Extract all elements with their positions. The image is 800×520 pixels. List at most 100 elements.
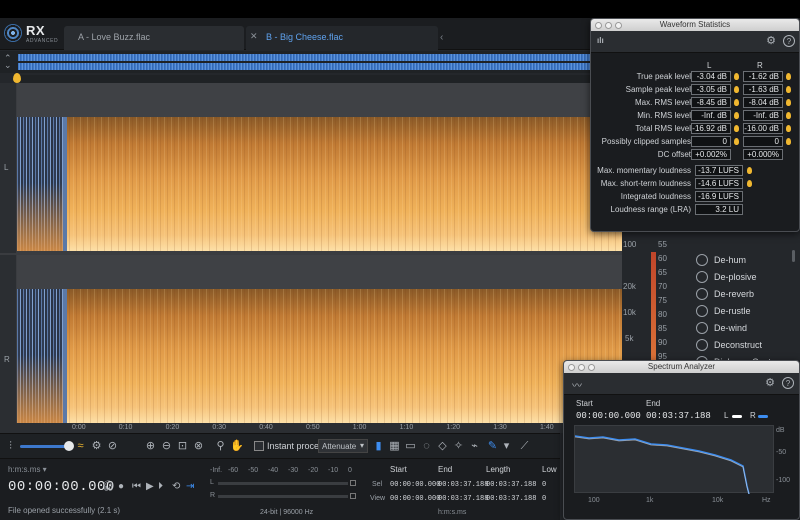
module-de-reverb[interactable]: De-reverb xyxy=(696,288,754,304)
playhead-ruler[interactable] xyxy=(18,75,590,83)
brush-icon[interactable]: ◇ xyxy=(436,440,449,453)
gear-icon[interactable]: ⚙ xyxy=(765,35,777,47)
help-icon[interactable]: ? xyxy=(782,377,794,389)
overview-waveform[interactable] xyxy=(18,54,590,70)
channel-right[interactable] xyxy=(17,255,622,423)
module-de-plosive[interactable]: De-plosive xyxy=(696,271,757,287)
zoom-window-icon[interactable] xyxy=(615,22,622,29)
view-length[interactable]: 00:03:37.188 xyxy=(486,495,536,503)
lasso-icon[interactable]: ◌ xyxy=(420,440,433,453)
de-hum-icon xyxy=(696,254,708,266)
spectrogram-display[interactable]: L R xyxy=(0,83,622,423)
module-de-wind[interactable]: De-wind xyxy=(696,322,747,338)
locate-pin-icon[interactable] xyxy=(734,99,739,106)
locate-pin-icon[interactable] xyxy=(786,138,791,145)
time-select-icon[interactable]: ▮ xyxy=(372,440,385,453)
col-left-header: L xyxy=(707,61,712,70)
tab-love-buzz[interactable]: A - Love Buzz.flac xyxy=(64,26,244,50)
chevron-left-icon[interactable]: ‹ xyxy=(440,32,443,43)
locate-pin-icon[interactable] xyxy=(734,138,739,145)
view-low[interactable]: 0 xyxy=(542,495,546,503)
gear-icon[interactable]: ⚙ xyxy=(764,377,776,389)
spectrogram-view-icon[interactable]: ≈ xyxy=(74,440,87,453)
zoom-in-icon[interactable]: ⊕ xyxy=(144,440,157,453)
locate-pin-icon[interactable] xyxy=(734,86,739,93)
pencil-icon[interactable]: ✎ xyxy=(486,440,499,453)
instant-process-checkbox[interactable] xyxy=(254,441,264,451)
view-start[interactable]: 00:00:00.000 xyxy=(390,495,440,503)
col-right-header: R xyxy=(757,61,763,70)
window-toolbar: 〰 ⚙ ? xyxy=(564,373,799,395)
locate-pin-icon[interactable] xyxy=(786,125,791,132)
locate-pin-icon[interactable] xyxy=(786,73,791,80)
draw-curve-icon[interactable]: ⟋ xyxy=(518,440,531,453)
legend-right-swatch xyxy=(758,415,768,418)
locate-pin-icon[interactable] xyxy=(734,112,739,119)
playhead-marker-icon[interactable] xyxy=(13,73,21,83)
sel-length[interactable]: 00:03:37.188 xyxy=(486,481,536,489)
sel-end[interactable]: 00:03:37.188 xyxy=(438,481,488,489)
play-icon[interactable]: ▶ xyxy=(146,481,154,492)
minimize-window-icon[interactable] xyxy=(605,22,612,29)
time-tick: 0:10 xyxy=(118,424,133,431)
view-end[interactable]: 00:03:37.188 xyxy=(438,495,488,503)
meter-peak-right[interactable] xyxy=(350,493,356,499)
locate-pin-icon[interactable] xyxy=(786,99,791,106)
locate-pin-icon[interactable] xyxy=(786,86,791,93)
locate-pin-icon[interactable] xyxy=(734,73,739,80)
zoom-out-icon[interactable]: ⊖ xyxy=(160,440,173,453)
module-list-scrollbar[interactable] xyxy=(792,250,795,262)
hand-tool-icon[interactable]: ✋ xyxy=(230,440,244,453)
settings-wheel-icon[interactable]: ⚙ xyxy=(90,440,103,453)
meter-peak-left[interactable] xyxy=(350,480,356,486)
collapse-icon[interactable]: ⌃ ⌄ xyxy=(4,54,12,70)
magic-wand-icon[interactable]: ✧ xyxy=(452,440,465,453)
channel-left[interactable] xyxy=(17,83,622,253)
sel-start[interactable]: 00:00:00.000 xyxy=(390,481,440,489)
locate-pin-icon[interactable] xyxy=(734,125,739,132)
follow-playback-icon[interactable]: ⇥ xyxy=(186,481,194,492)
close-window-icon[interactable] xyxy=(568,364,575,371)
waveform-view-icon[interactable]: ⫶ xyxy=(4,440,17,453)
headphones-icon[interactable]: 🎧︎ xyxy=(102,481,115,492)
module-de-rustle[interactable]: De-rustle xyxy=(696,305,751,321)
stat-value-left: -3.04 dB xyxy=(691,71,731,82)
zoom-window-icon[interactable] xyxy=(588,364,595,371)
magnify-icon[interactable]: ⚲ xyxy=(214,440,227,453)
spectrum-plot[interactable] xyxy=(574,425,774,495)
time-tick: 0:30 xyxy=(212,424,227,431)
history-icon[interactable]: ⊘ xyxy=(106,440,119,453)
sel-low[interactable]: 0 xyxy=(542,481,546,489)
module-de-hum[interactable]: De-hum xyxy=(696,254,746,270)
help-icon[interactable]: ? xyxy=(783,35,795,47)
zoom-selection-icon[interactable]: ⊡ xyxy=(176,440,189,453)
close-window-icon[interactable] xyxy=(595,22,602,29)
minimize-window-icon[interactable] xyxy=(578,364,585,371)
module-label: De-rustle xyxy=(714,306,751,316)
record-icon[interactable]: ● xyxy=(118,481,124,492)
loop-icon[interactable]: ⟲ xyxy=(172,481,180,492)
chevron-down-icon[interactable]: ▾ xyxy=(500,440,513,453)
locate-pin-icon[interactable] xyxy=(786,112,791,119)
play-selection-icon[interactable]: ⏵︎ xyxy=(158,481,163,492)
locate-pin-icon[interactable] xyxy=(747,180,752,187)
time-format-select[interactable]: h:m:s.ms xyxy=(8,465,47,474)
spectrogram-blend-slider[interactable] xyxy=(20,445,68,448)
slider-handle[interactable] xyxy=(64,441,74,451)
time-axis: 0:00 0:10 0:20 0:30 0:40 0:50 1:00 1:10 1:20 1:30… xyxy=(0,423,622,433)
skip-back-icon[interactable]: ⏮︎ xyxy=(132,481,141,492)
close-icon[interactable]: ✕ xyxy=(250,31,258,42)
time-frequency-select-icon[interactable]: ▭ xyxy=(404,440,417,453)
frequency-select-icon[interactable]: ▦ xyxy=(388,440,401,453)
intro-low-band xyxy=(17,355,63,423)
module-deconstruct[interactable]: Deconstruct xyxy=(696,339,762,355)
window-titlebar[interactable]: Spectrum Analyzer xyxy=(564,361,799,373)
tab-label: B - Big Cheese.flac xyxy=(266,32,344,42)
tab-big-cheese[interactable]: ✕ B - Big Cheese.flac xyxy=(246,26,438,50)
time-tick: 1:40 xyxy=(540,424,554,431)
harmonic-select-icon[interactable]: ⌁ xyxy=(468,440,481,453)
locate-pin-icon[interactable] xyxy=(747,167,752,174)
window-titlebar[interactable]: Waveform Statistics xyxy=(591,19,799,31)
zoom-fit-icon[interactable]: ⊗ xyxy=(192,440,205,453)
attenuate-select[interactable]: Attenuate xyxy=(318,439,368,453)
